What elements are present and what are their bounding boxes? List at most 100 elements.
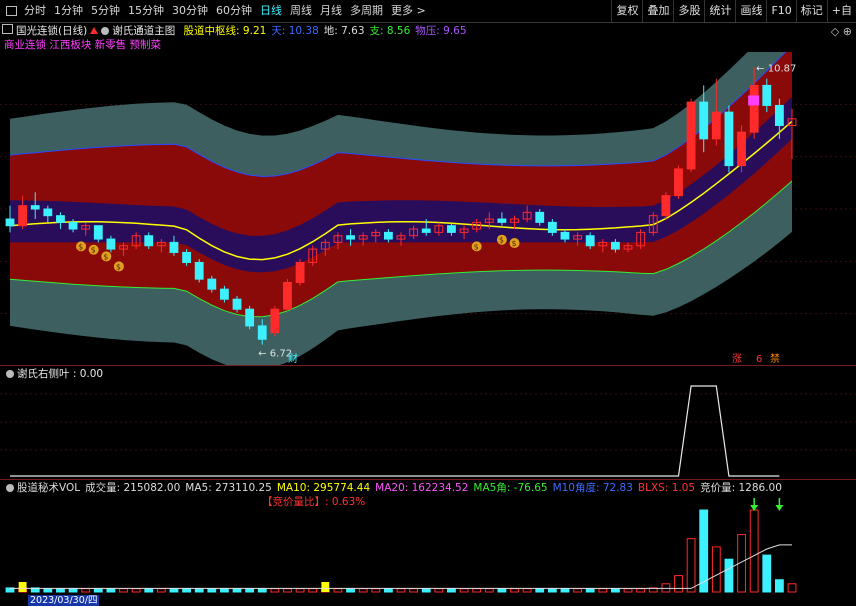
period-tab-2[interactable]: 5分钟 xyxy=(87,0,124,22)
volume-bar xyxy=(472,588,482,593)
volume-bar xyxy=(510,588,519,593)
volume-bar xyxy=(762,554,772,593)
candle-body xyxy=(674,168,683,197)
money-bag-icon: $ xyxy=(509,238,520,249)
panel-icon[interactable] xyxy=(2,24,13,34)
tool-button-6[interactable]: 标记 xyxy=(795,0,827,22)
volume-bar xyxy=(421,588,431,593)
period-tab-10[interactable]: 更多 > xyxy=(387,0,430,22)
money-bag-icon: $ xyxy=(113,261,124,272)
candle-body xyxy=(421,228,431,233)
volume-bar xyxy=(346,588,355,593)
tool-button-0[interactable]: 复权 xyxy=(611,0,642,22)
volume-bar xyxy=(220,588,229,593)
green-arrow-icon xyxy=(775,498,784,511)
period-tab-1[interactable]: 1分钟 xyxy=(50,0,87,22)
marker-cai: 财 xyxy=(288,352,298,365)
candle-body xyxy=(762,84,772,106)
volume-bar xyxy=(371,588,381,593)
candle-body xyxy=(232,298,242,310)
candle-body xyxy=(737,131,746,167)
volume-bar xyxy=(81,588,91,593)
candle-body xyxy=(220,288,229,300)
money-bag-icon: $ xyxy=(76,241,87,252)
window-icon[interactable] xyxy=(6,6,17,16)
indicator-name[interactable]: 谢氏通道主图 xyxy=(112,25,175,37)
volume-bar xyxy=(547,588,557,593)
volume-bar xyxy=(207,588,217,593)
money-bag-icon: $ xyxy=(101,251,112,262)
volume-bar xyxy=(245,588,255,593)
period-tab-5[interactable]: 60分钟 xyxy=(212,0,256,22)
candle-body xyxy=(585,235,595,247)
volume-bar xyxy=(257,588,267,593)
period-tab-3[interactable]: 15分钟 xyxy=(124,0,168,22)
marker-zhang: 涨 xyxy=(732,353,742,365)
indicator-dot-icon[interactable] xyxy=(101,27,110,35)
volume-bar xyxy=(56,588,65,593)
volume-bar xyxy=(459,588,469,593)
volume-bar xyxy=(270,588,280,593)
volume-bar xyxy=(787,583,797,593)
osc-chart[interactable] xyxy=(0,366,856,478)
candle-body xyxy=(661,195,671,217)
min-price-label: ← 6.72 xyxy=(258,349,292,360)
candle-body xyxy=(93,225,103,240)
main-indicator-line: 国光连锁(日线) 谢氏通道主图 股道中枢线: 9.21 天: 10.38 地: 7.6… xyxy=(0,24,856,38)
money-bag-icon: $ xyxy=(496,234,507,245)
volume-bar xyxy=(724,558,734,593)
tool-button-5[interactable]: F10 xyxy=(766,0,795,22)
volume-bar xyxy=(611,588,620,593)
candle-body xyxy=(535,211,545,223)
candle-body xyxy=(106,238,116,250)
candle-body xyxy=(611,241,620,250)
period-tab-4[interactable]: 30分钟 xyxy=(168,0,212,22)
volume-bar xyxy=(699,509,709,593)
osc-line xyxy=(10,385,780,477)
indicator-value-1: 天: 10.38 xyxy=(271,25,319,37)
candle-body xyxy=(383,231,393,240)
volume-bar xyxy=(283,588,292,593)
volume-bar xyxy=(156,588,166,593)
svg-text:$: $ xyxy=(78,242,83,251)
tool-button-3[interactable]: 统计 xyxy=(704,0,735,22)
candle-body xyxy=(144,235,154,247)
period-tab-9[interactable]: 多周期 xyxy=(346,0,387,22)
candle-body xyxy=(56,215,65,223)
tool-button-4[interactable]: 画线 xyxy=(735,0,766,22)
volume-bar xyxy=(573,588,582,593)
volume-bar xyxy=(119,588,128,593)
stock-name: 国光连锁(日线) xyxy=(16,25,88,37)
candle-body xyxy=(547,221,557,233)
diamond-icon[interactable]: ◇ xyxy=(831,25,839,38)
volume-bar xyxy=(358,588,368,593)
green-arrow-icon xyxy=(750,498,759,511)
settings-icon[interactable]: ⊕ xyxy=(843,25,852,38)
volume-chart[interactable] xyxy=(0,480,856,596)
volume-bar xyxy=(409,588,419,593)
volume-bar xyxy=(447,588,456,593)
period-tab-8[interactable]: 月线 xyxy=(316,0,346,22)
candle-body xyxy=(774,104,784,126)
tool-button-7[interactable]: +自 xyxy=(826,0,856,22)
period-tabs: 分时 1分钟 5分钟 15分钟 30分钟 60分钟 日线 周线 月线 多周期 更多 > xyxy=(0,0,611,22)
volume-bar xyxy=(144,588,154,593)
svg-text:$: $ xyxy=(91,246,96,255)
candle-body xyxy=(749,84,759,133)
volume-bar xyxy=(194,588,204,593)
svg-text:$: $ xyxy=(103,252,108,261)
yellow-volume-bar xyxy=(18,582,27,592)
volume-bar xyxy=(598,588,608,593)
period-tab-6[interactable]: 日线 xyxy=(256,0,286,22)
candle-body xyxy=(207,278,217,290)
max-price-label: ← 10.87 xyxy=(756,63,796,74)
tool-button-2[interactable]: 多股 xyxy=(673,0,704,22)
candle-body xyxy=(257,325,267,340)
volume-bar xyxy=(169,588,179,593)
period-tab-7[interactable]: 周线 xyxy=(286,0,316,22)
candle-body xyxy=(711,111,721,140)
tool-button-1[interactable]: 叠加 xyxy=(642,0,673,22)
candle-body xyxy=(724,111,734,167)
price-chart[interactable]: ← 10.87 ← 6.72 $ $ $ $ $ $ $ 财 涨 6 禁 xyxy=(0,52,856,366)
period-tab-0[interactable]: 分时 xyxy=(20,0,50,22)
